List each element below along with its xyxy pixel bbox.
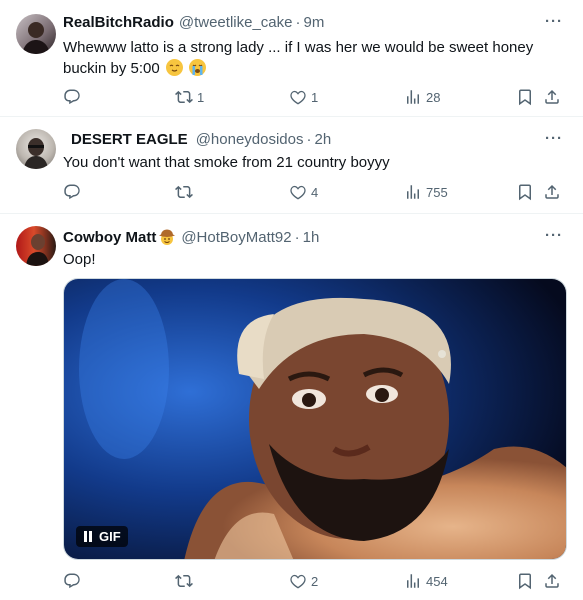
username[interactable]: @tweetlike_cake — [179, 14, 293, 31]
gif-label: GIF — [99, 529, 121, 544]
retweet-icon — [175, 183, 193, 201]
reply-icon — [63, 88, 81, 106]
retweet-button[interactable]: 1 — [175, 88, 204, 106]
tweet-actions: 2 454 — [63, 572, 567, 592]
tweet-1[interactable]: RealBitchRadio @tweetlike_cake · 9m ··· … — [0, 0, 583, 117]
share-button[interactable] — [543, 88, 561, 106]
tweet-text: Oop! — [63, 251, 96, 268]
share-icon — [543, 183, 561, 201]
tweet-header: Cowboy Matt @HotBoyMatt92 · 1h — [63, 228, 319, 246]
crying-face-icon — [189, 59, 207, 76]
tweet-3[interactable]: Cowboy Matt @HotBoyMatt92 · 1h ··· Oop! — [0, 214, 583, 600]
like-button[interactable]: 4 — [289, 183, 318, 201]
retweet-icon — [175, 572, 193, 590]
views-button[interactable]: 28 — [404, 88, 440, 106]
display-name[interactable]: Cowboy Matt — [63, 229, 156, 246]
gif-frame — [64, 279, 566, 559]
username[interactable]: @honeydosidos — [196, 131, 304, 148]
retweet-button[interactable] — [175, 183, 193, 201]
more-options-icon[interactable]: ··· — [545, 130, 563, 147]
tweet-text: You don't want that smoke from 21 countr… — [63, 154, 390, 171]
share-button[interactable] — [543, 183, 561, 201]
views-icon — [404, 88, 422, 106]
views-icon — [404, 183, 422, 201]
tweet-2[interactable]: DESERT EAGLE @honeydosidos · 2h ··· You … — [0, 117, 583, 214]
more-options-icon[interactable]: ··· — [545, 227, 563, 244]
tweet-header: DESERT EAGLE @honeydosidos · 2h — [71, 131, 331, 148]
bookmark-icon — [516, 572, 534, 590]
tweet-actions: 1 1 28 — [63, 88, 567, 108]
reply-icon — [63, 572, 81, 590]
tweet-text: Whewww latto is a strong lady ... if I w… — [63, 37, 561, 79]
bookmark-icon — [516, 88, 534, 106]
share-icon — [543, 88, 561, 106]
more-options-icon[interactable]: ··· — [545, 13, 563, 30]
heart-icon — [289, 572, 307, 590]
bookmark-button[interactable] — [516, 572, 534, 590]
bookmark-button[interactable] — [516, 183, 534, 201]
view-count: 755 — [426, 184, 448, 200]
username[interactable]: @HotBoyMatt92 — [181, 229, 291, 246]
gif-badge[interactable]: GIF — [76, 526, 128, 547]
like-button[interactable]: 1 — [289, 88, 318, 106]
avatar[interactable] — [16, 226, 56, 266]
reply-button[interactable] — [63, 183, 81, 201]
separator-dot: · — [295, 14, 301, 31]
like-count: 2 — [311, 573, 319, 589]
pause-icon — [83, 531, 93, 542]
retweet-button[interactable] — [175, 572, 193, 590]
views-button[interactable]: 454 — [404, 572, 448, 590]
bookmark-icon — [516, 183, 534, 201]
avatar[interactable] — [16, 129, 56, 169]
like-button[interactable]: 2 — [289, 572, 318, 590]
share-button[interactable] — [543, 572, 561, 590]
tweet-actions: 4 755 — [63, 183, 567, 203]
retweet-count: 1 — [197, 89, 205, 105]
display-name[interactable]: DESERT EAGLE — [71, 131, 188, 148]
separator-dot: · — [306, 131, 312, 148]
tweet-header: RealBitchRadio @tweetlike_cake · 9m — [63, 14, 324, 31]
share-icon — [543, 572, 561, 590]
relieved-face-icon — [165, 59, 183, 76]
reply-button[interactable] — [63, 88, 85, 106]
separator-dot: · — [294, 228, 300, 246]
cowboy-hat-face-icon — [158, 228, 176, 246]
heart-icon — [289, 88, 307, 106]
display-name[interactable]: RealBitchRadio — [63, 14, 174, 31]
gif-media[interactable]: GIF — [63, 278, 567, 560]
timestamp[interactable]: 9m — [303, 14, 324, 31]
timestamp[interactable]: 1h — [303, 229, 320, 246]
views-button[interactable]: 755 — [404, 183, 448, 201]
reply-button[interactable] — [63, 572, 81, 590]
view-count: 454 — [426, 573, 448, 589]
tweet-text-content: Whewww latto is a strong lady ... if I w… — [63, 39, 534, 77]
views-icon — [404, 572, 422, 590]
view-count: 28 — [426, 89, 441, 105]
retweet-icon — [175, 88, 193, 106]
like-count: 1 — [311, 89, 319, 105]
timestamp[interactable]: 2h — [315, 131, 332, 148]
like-count: 4 — [311, 184, 319, 200]
reply-icon — [63, 183, 81, 201]
bookmark-button[interactable] — [516, 88, 534, 106]
heart-icon — [289, 183, 307, 201]
avatar[interactable] — [16, 14, 56, 54]
